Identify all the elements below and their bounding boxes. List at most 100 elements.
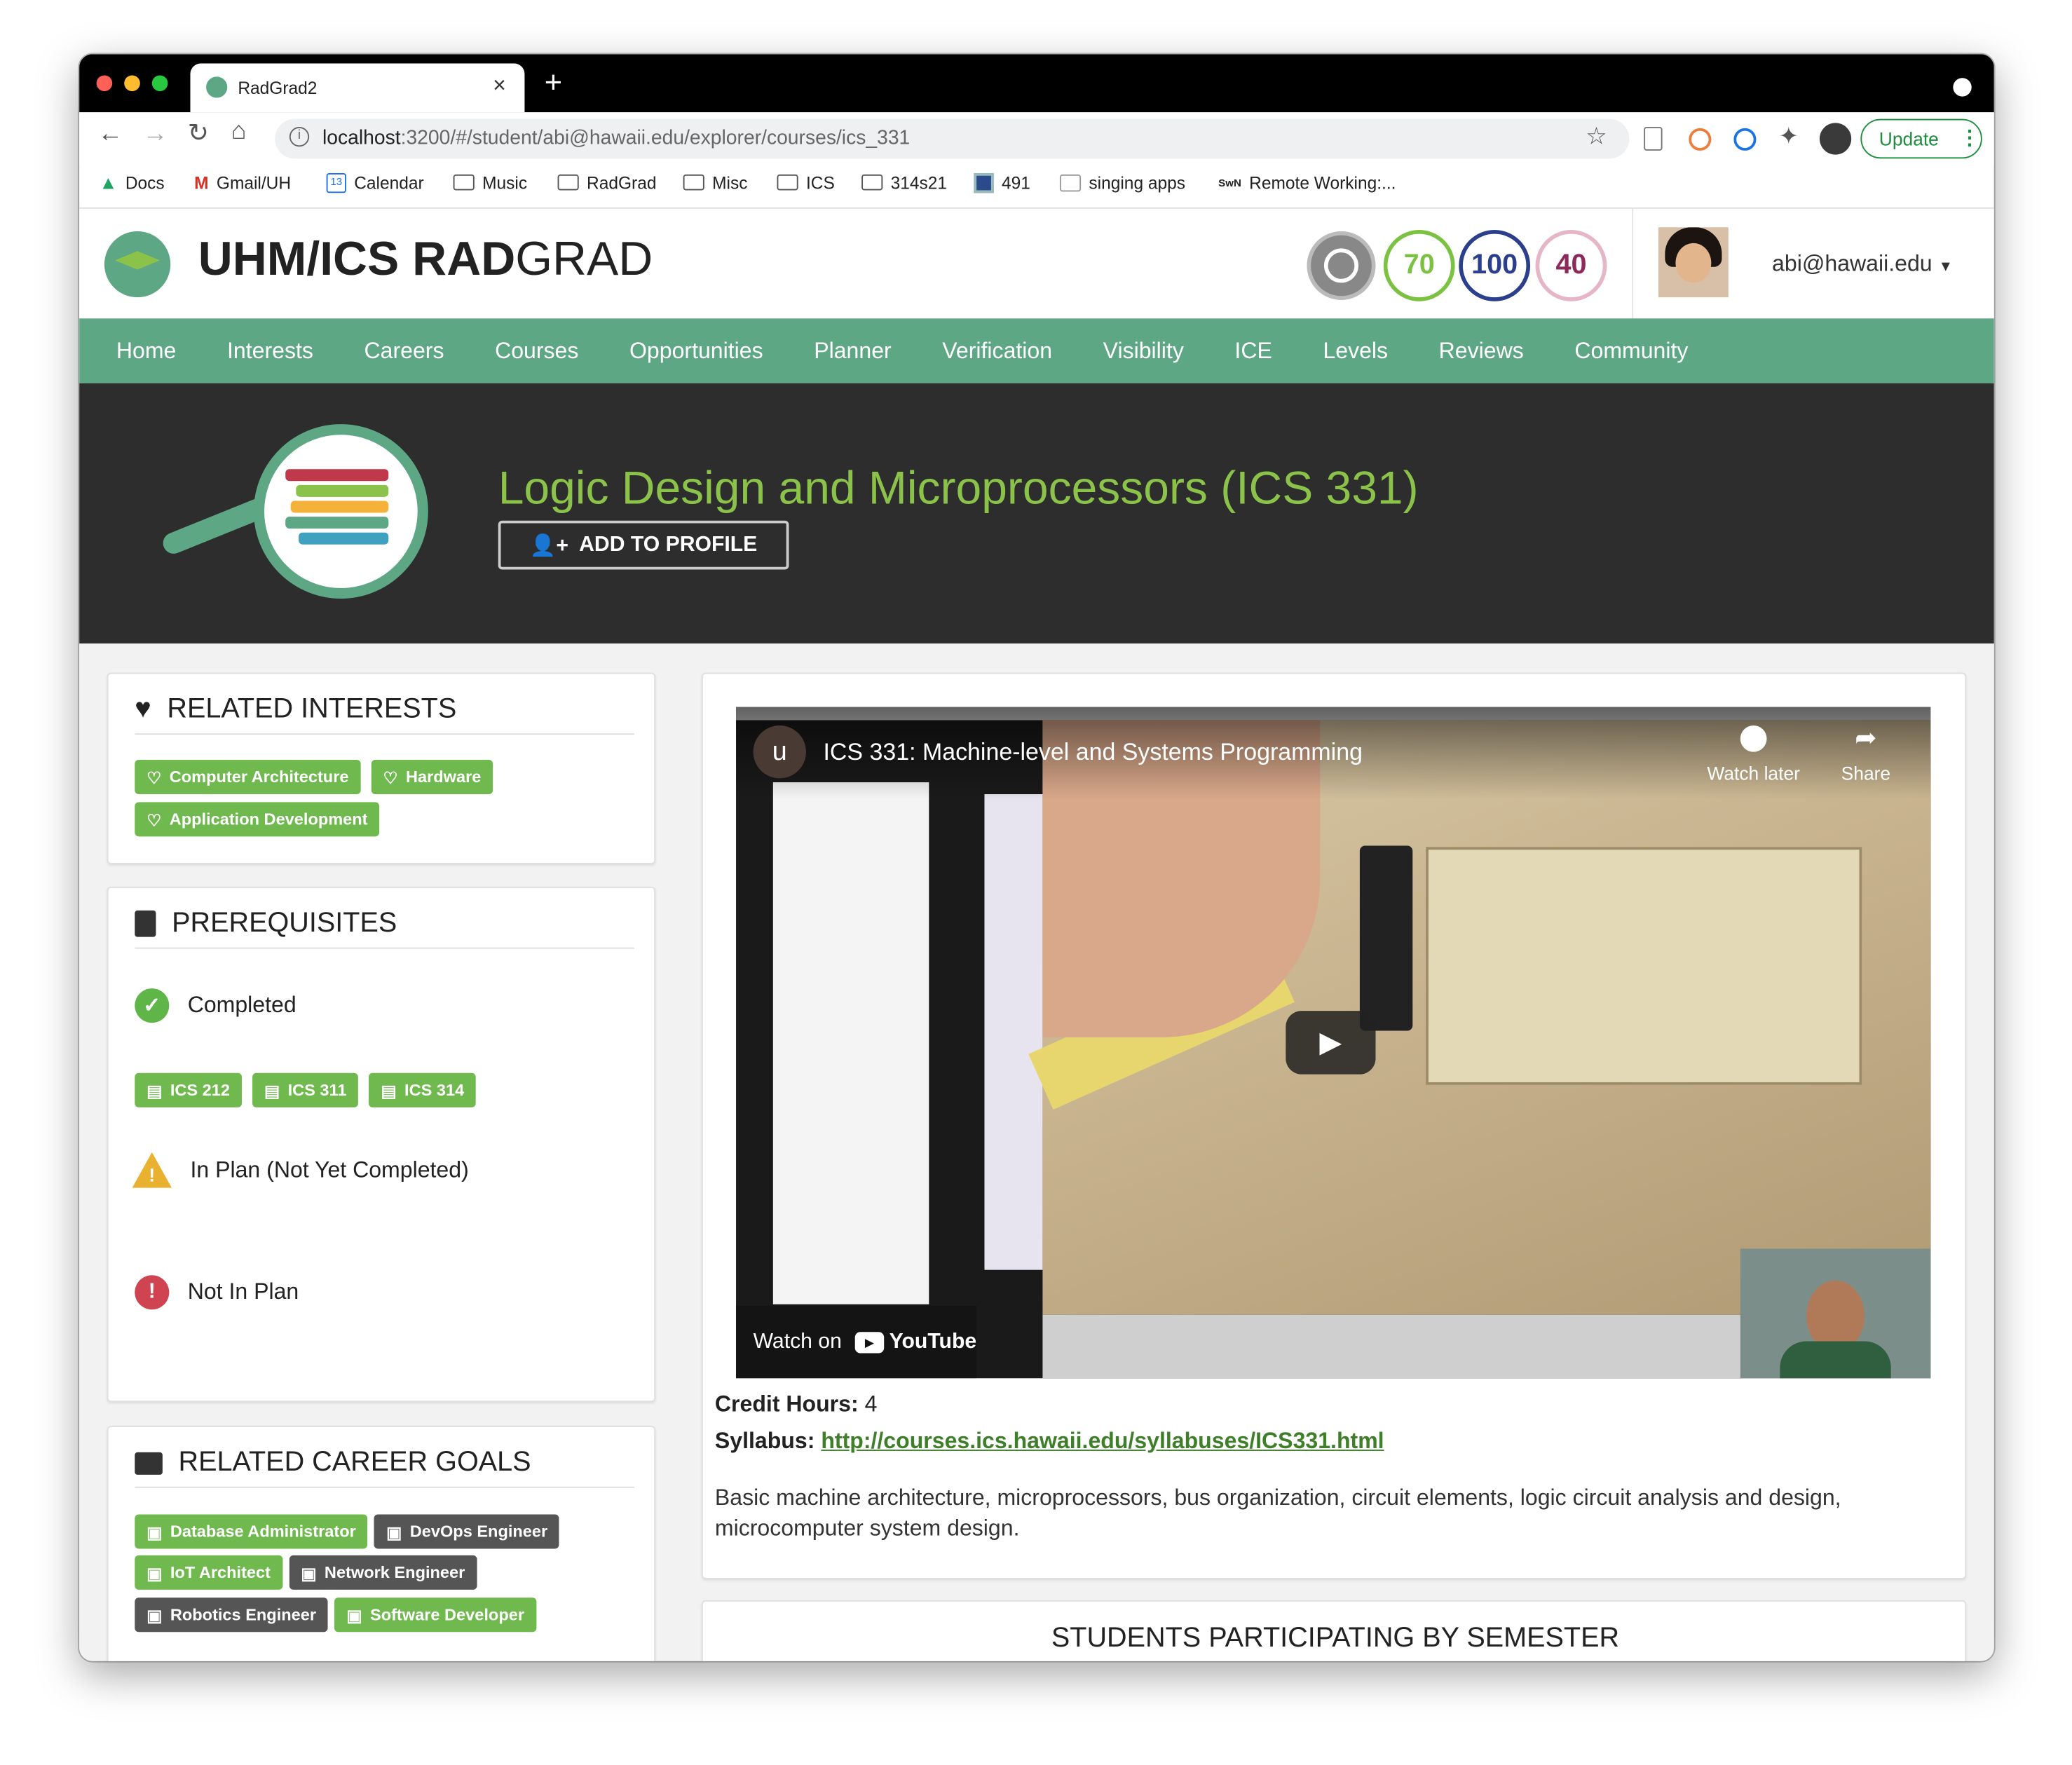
career-label[interactable]: ▣ Database Administrator (135, 1514, 368, 1549)
profile-avatar-icon[interactable] (1819, 123, 1852, 155)
nav-verification[interactable]: Verification (942, 338, 1052, 364)
video-title[interactable]: ICS 331: Machine-level and Systems Progr… (823, 739, 1363, 767)
site-info-icon[interactable]: i (289, 126, 310, 147)
bookmark-491[interactable]: 491 (974, 168, 1030, 196)
share-button[interactable]: ➦ Share (1833, 725, 1899, 786)
bookmark-gmail[interactable]: M Gmail/UH (194, 168, 291, 196)
score-value: 100 (1471, 250, 1518, 280)
user-plus-icon: 👤+ (529, 534, 569, 557)
browser-tab[interactable]: RadGrad2 × (190, 63, 525, 113)
bookmark-music[interactable]: Music (453, 168, 527, 196)
credit-hours: Credit Hours: 4 (715, 1391, 878, 1418)
experience-score-ring[interactable]: 40 (1535, 230, 1607, 301)
career-label[interactable]: ▣ IoT Architect (135, 1555, 282, 1590)
nav-levels[interactable]: Levels (1323, 338, 1388, 364)
briefcase-icon: ▣ (146, 1606, 163, 1625)
maximize-window-button[interactable] (151, 75, 168, 92)
competency-score-ring[interactable]: 100 (1459, 230, 1531, 301)
bookmark-singing-apps[interactable]: singing apps (1059, 168, 1185, 196)
password-manager-icon[interactable] (1733, 128, 1757, 151)
divider (135, 733, 634, 735)
forward-icon[interactable]: → (143, 121, 168, 149)
prereq-label[interactable]: ▤ ICS 311 (252, 1072, 359, 1108)
innovation-score-ring[interactable]: 70 (1383, 230, 1455, 301)
nav-community[interactable]: Community (1574, 338, 1688, 364)
nav-reviews[interactable]: Reviews (1439, 338, 1524, 364)
video-frame-panel (984, 794, 1043, 1270)
brand-title[interactable]: UHM/ICS RADGRAD (198, 231, 653, 287)
new-tab-icon[interactable]: + (545, 64, 562, 100)
prereq-label[interactable]: ▤ ICS 314 (369, 1072, 477, 1108)
interest-labels-row: ♡ Computer Architecture ♡ Hardware (135, 759, 493, 795)
briefcase-icon: ▣ (146, 1522, 163, 1542)
syllabus-link[interactable]: http://courses.ics.hawaii.edu/syllabuses… (821, 1429, 1384, 1454)
watch-on-youtube-button[interactable]: Watch on ▶ YouTube (736, 1305, 977, 1379)
interest-label[interactable]: ♡ Application Development (135, 802, 380, 837)
career-label[interactable]: ▣ Software Developer (334, 1597, 536, 1633)
nav-visibility[interactable]: Visibility (1103, 338, 1184, 364)
students-participating-card: STUDENTS PARTICIPATING BY SEMESTER (702, 1600, 1967, 1661)
book-icon (135, 910, 156, 937)
bookmark-star-icon[interactable]: ☆ (1586, 123, 1607, 151)
status-text: Completed (187, 992, 297, 1018)
avatar[interactable] (1658, 227, 1729, 298)
channel-avatar[interactable]: u (753, 725, 806, 779)
add-to-profile-button[interactable]: 👤+ ADD TO PROFILE (498, 520, 789, 570)
gmail-icon: M (194, 172, 209, 193)
course-hero: Logic Design and Microprocessors (ICS 33… (79, 383, 1994, 644)
browser-window: RadGrad2 × + ← → ↻ ⌂ i localhost:3200/#/… (79, 54, 1994, 1661)
nav-courses[interactable]: Courses (495, 338, 578, 364)
radgrad-logo-icon[interactable] (104, 231, 171, 298)
minimize-window-button[interactable] (124, 75, 140, 92)
nav-opportunities[interactable]: Opportunities (629, 338, 763, 364)
main-nav: Home Interests Careers Courses Opportuni… (79, 318, 1994, 383)
youtube-video-player[interactable]: u ICS 331: Machine-level and Systems Pro… (736, 707, 1931, 1379)
nav-interests[interactable]: Interests (227, 338, 313, 364)
nav-home[interactable]: Home (116, 338, 177, 364)
tab-close-icon[interactable]: × (493, 73, 506, 100)
nav-careers[interactable]: Careers (364, 338, 444, 364)
watch-later-button[interactable]: Watch later (1705, 725, 1803, 786)
prereq-label[interactable]: ▤ ICS 212 (135, 1072, 242, 1108)
interest-label[interactable]: ♡ Computer Architecture (135, 759, 361, 795)
nav-planner[interactable]: Planner (814, 338, 891, 364)
bookmark-calendar[interactable]: 13 Calendar (326, 168, 424, 196)
career-label[interactable]: ▣ Robotics Engineer (135, 1597, 329, 1633)
tab-search-icon[interactable] (1953, 78, 1972, 97)
reader-icon[interactable] (1644, 126, 1663, 151)
back-icon[interactable]: ← (98, 121, 123, 149)
menu-dots-icon[interactable]: ⋮ (1960, 125, 1979, 149)
bookmark-misc[interactable]: Misc (683, 168, 747, 196)
interest-label[interactable]: ♡ Hardware (371, 759, 493, 795)
play-icon[interactable]: ▶ (1286, 1011, 1376, 1075)
image-icon (1059, 173, 1082, 191)
ice-flower-icon[interactable] (1307, 231, 1376, 300)
reload-icon[interactable]: ↻ (188, 119, 209, 149)
brand-bold: UHM/ICS RAD (198, 231, 516, 286)
book-icon: ▤ (381, 1082, 397, 1100)
bookmark-314s21[interactable]: 314s21 (861, 168, 947, 196)
share-label: Share (1841, 762, 1891, 784)
watch-on-label: Watch on (753, 1330, 842, 1353)
bookmark-docs[interactable]: ▲ Docs (99, 168, 164, 196)
caret-down-icon: ▼ (1938, 259, 1954, 275)
extension-b-icon[interactable] (1689, 128, 1712, 151)
address-bar[interactable]: i localhost:3200/#/student/abi@hawaii.ed… (275, 118, 1630, 159)
completed-status: ✓ Completed (135, 988, 297, 1023)
bookmark-remote-working[interactable]: SwN Remote Working:... (1218, 168, 1396, 196)
career-label[interactable]: ▣ DevOps Engineer (374, 1514, 560, 1549)
card-heading: RELATED INTERESTS (167, 693, 457, 725)
label-text: Robotics Engineer (170, 1605, 317, 1624)
update-button[interactable]: Update ⋮ (1860, 118, 1982, 159)
extensions-puzzle-icon[interactable]: ✦ (1778, 123, 1798, 151)
related-interests-card: ♥ RELATED INTERESTS ♡ Computer Architectur… (107, 672, 656, 864)
bookmark-radgrad[interactable]: RadGrad (557, 168, 656, 196)
bookmark-label: ICS (805, 172, 835, 193)
exclamation-circle-icon: ! (135, 1275, 170, 1310)
user-menu[interactable]: abi@hawaii.edu ▼ (1772, 251, 1953, 278)
bookmark-ics[interactable]: ICS (777, 168, 835, 196)
nav-ice[interactable]: ICE (1234, 338, 1272, 364)
home-icon[interactable]: ⌂ (231, 118, 247, 146)
career-label[interactable]: ▣ Network Engineer (289, 1555, 477, 1590)
close-window-button[interactable] (96, 75, 113, 92)
